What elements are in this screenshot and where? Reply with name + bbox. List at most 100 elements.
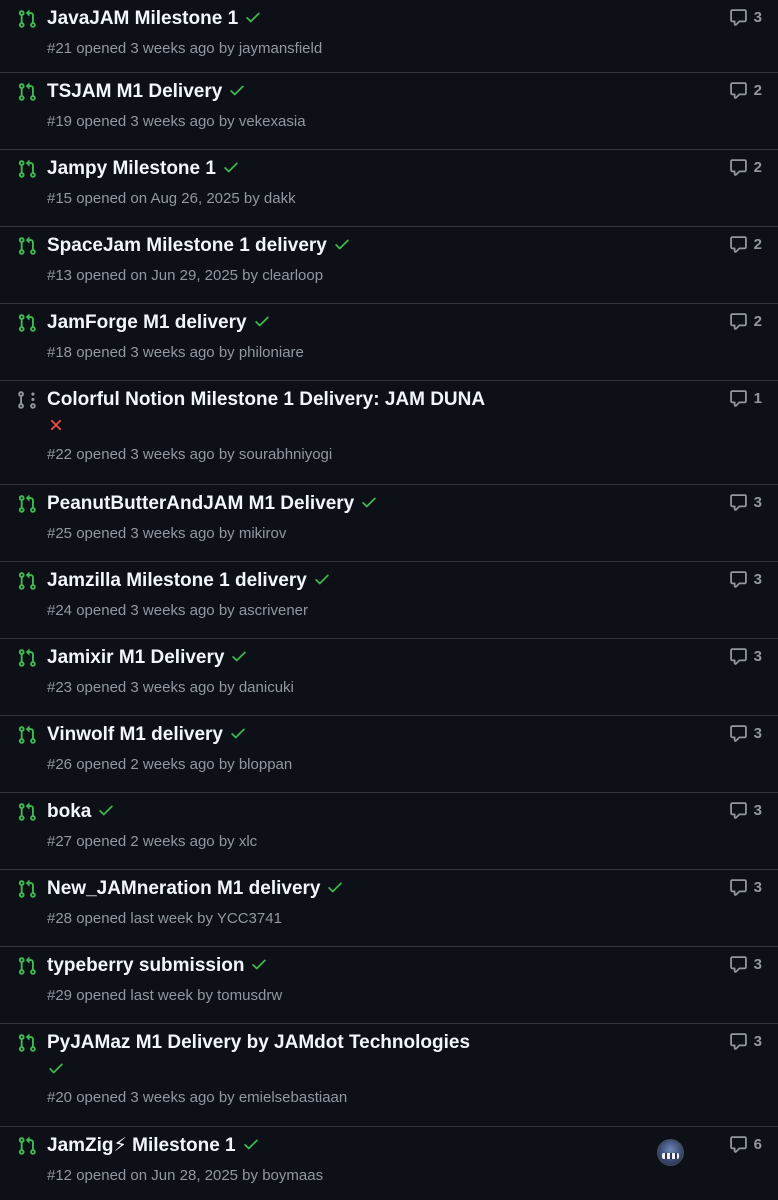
check-icon[interactable]	[222, 158, 240, 184]
comment-count[interactable]: 3	[729, 955, 762, 974]
pr-title[interactable]: PyJAMaz M1 Delivery by JAMdot Technologi…	[47, 1032, 470, 1053]
comment-count[interactable]: 3	[729, 801, 762, 820]
pr-number: #28	[47, 910, 73, 927]
pr-author[interactable]: ascrivener	[239, 602, 308, 619]
pr-number: #13	[47, 267, 73, 284]
pr-title[interactable]: TSJAM M1 Delivery	[47, 81, 222, 102]
check-icon[interactable]	[360, 493, 378, 519]
comment-count[interactable]: 3	[729, 724, 762, 743]
check-icon[interactable]	[333, 235, 351, 261]
check-icon[interactable]	[253, 312, 271, 338]
pr-author[interactable]: danicuki	[239, 679, 294, 696]
pr-author[interactable]: jaymansfield	[239, 40, 322, 57]
pr-author[interactable]: vekexasia	[239, 113, 306, 130]
pr-opened: opened 2 weeks ago by	[76, 833, 235, 850]
pr-meta: #25 opened 3 weeks ago by mikirov	[47, 524, 638, 544]
check-icon[interactable]	[228, 81, 246, 107]
pr-title[interactable]: Vinwolf M1 delivery	[47, 724, 223, 745]
comment-icon	[729, 158, 748, 177]
pr-title[interactable]: boka	[47, 801, 91, 822]
pr-row: PyJAMaz M1 Delivery by JAMdot Technologi…	[0, 1023, 778, 1126]
git-pull-request-icon	[17, 571, 37, 591]
check-icon[interactable]	[326, 878, 344, 904]
comment-count-value: 2	[753, 313, 762, 330]
assignee-avatar[interactable]	[657, 1139, 684, 1166]
pr-title[interactable]: typeberry submission	[47, 955, 244, 976]
comment-count[interactable]: 3	[729, 493, 762, 512]
pr-title[interactable]: New_JAMneration M1 delivery	[47, 878, 320, 899]
git-pull-request-draft-icon	[17, 390, 37, 410]
pr-opened: opened 3 weeks ago by	[76, 446, 235, 463]
pr-opened: opened on Jun 29, 2025 by	[76, 267, 259, 284]
pr-title[interactable]: JavaJAM Milestone 1	[47, 8, 238, 29]
comment-count[interactable]: 2	[729, 158, 762, 177]
comment-icon	[729, 570, 748, 589]
comment-icon	[729, 724, 748, 743]
comment-count-value: 3	[753, 1033, 762, 1050]
pr-author[interactable]: xlc	[239, 833, 257, 850]
pr-title[interactable]: Jamixir M1 Delivery	[47, 647, 224, 668]
pr-meta: #24 opened 3 weeks ago by ascrivener	[47, 601, 638, 621]
pr-author[interactable]: sourabhniyogi	[239, 446, 332, 463]
pr-author[interactable]: boymaas	[262, 1167, 323, 1184]
pr-title[interactable]: SpaceJam Milestone 1 delivery	[47, 235, 327, 256]
comment-count[interactable]: 3	[729, 8, 762, 27]
pr-author[interactable]: tomusdrw	[217, 987, 282, 1004]
pr-meta: #23 opened 3 weeks ago by danicuki	[47, 678, 638, 698]
pr-title[interactable]: Colorful Notion Milestone 1 Delivery: JA…	[47, 389, 485, 410]
comment-count[interactable]: 3	[729, 647, 762, 666]
pr-number: #19	[47, 113, 73, 130]
comment-count-value: 2	[753, 159, 762, 176]
check-icon[interactable]	[230, 647, 248, 673]
pr-author[interactable]: clearloop	[262, 267, 323, 284]
pr-number: #23	[47, 679, 73, 696]
pr-title[interactable]: Jampy Milestone 1	[47, 158, 216, 179]
comment-count[interactable]: 2	[729, 312, 762, 331]
x-icon[interactable]	[47, 416, 638, 442]
comment-count[interactable]: 2	[729, 81, 762, 100]
check-icon[interactable]	[244, 8, 262, 34]
pr-author[interactable]: dakk	[264, 190, 296, 207]
pr-author[interactable]: YCC3741	[217, 910, 282, 927]
check-icon[interactable]	[242, 1135, 260, 1161]
comment-icon	[729, 878, 748, 897]
comment-icon	[729, 1032, 748, 1051]
pr-title[interactable]: Jamzilla Milestone 1 delivery	[47, 570, 307, 591]
pr-title[interactable]: JamForge M1 delivery	[47, 312, 247, 333]
check-icon[interactable]	[47, 1059, 638, 1085]
check-icon[interactable]	[97, 801, 115, 827]
check-icon[interactable]	[250, 955, 268, 981]
comment-count[interactable]: 6	[729, 1135, 762, 1154]
comment-count-value: 3	[753, 9, 762, 26]
pr-title[interactable]: JamZig⚡ Milestone 1	[47, 1135, 236, 1156]
git-pull-request-icon	[17, 236, 37, 256]
comment-count[interactable]: 2	[729, 235, 762, 254]
pr-row: typeberry submission #29 opened last wee…	[0, 946, 778, 1023]
pr-meta: #12 opened on Jun 28, 2025 by boymaas	[47, 1166, 638, 1186]
pr-number: #27	[47, 833, 73, 850]
comment-count[interactable]: 3	[729, 570, 762, 589]
comment-count[interactable]: 1	[729, 389, 762, 408]
git-pull-request-icon	[17, 956, 37, 976]
comment-count-value: 3	[753, 571, 762, 588]
pr-number: #22	[47, 446, 73, 463]
pr-author[interactable]: bloppan	[239, 756, 292, 773]
check-icon[interactable]	[313, 570, 331, 596]
comment-count[interactable]: 3	[729, 1032, 762, 1051]
pr-author[interactable]: philoniare	[239, 344, 304, 361]
comment-count[interactable]: 3	[729, 878, 762, 897]
git-pull-request-icon	[17, 802, 37, 822]
comment-count-value: 3	[753, 648, 762, 665]
pr-title[interactable]: PeanutButterAndJAM M1 Delivery	[47, 493, 354, 514]
pr-row: TSJAM M1 Delivery #19 opened 3 weeks ago…	[0, 72, 778, 149]
pr-opened: opened 3 weeks ago by	[76, 525, 235, 542]
pr-number: #21	[47, 40, 73, 57]
check-icon[interactable]	[229, 724, 247, 750]
pr-opened: opened 3 weeks ago by	[76, 679, 235, 696]
pr-author[interactable]: mikirov	[239, 525, 287, 542]
pr-meta: #21 opened 3 weeks ago by jaymansfield	[47, 39, 638, 59]
pr-number: #25	[47, 525, 73, 542]
pr-opened: opened 3 weeks ago by	[76, 1089, 235, 1106]
pr-meta: #28 opened last week by YCC3741	[47, 909, 638, 929]
pr-author[interactable]: emielsebastiaan	[239, 1089, 347, 1106]
